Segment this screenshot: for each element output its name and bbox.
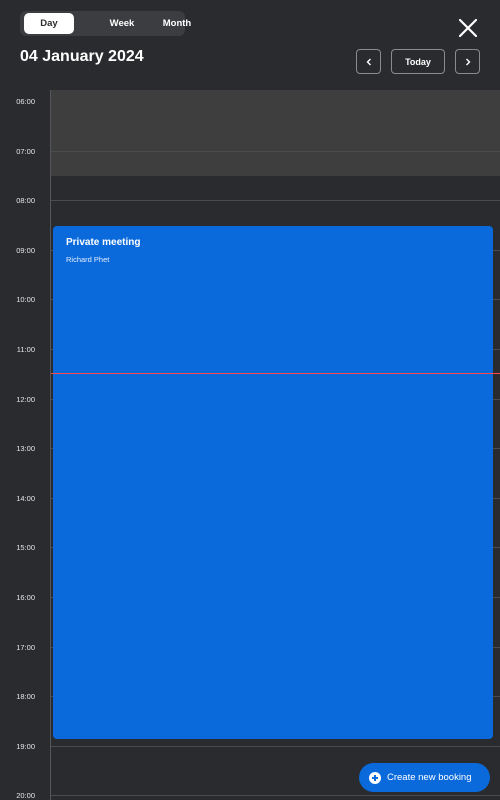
time-label: 17:00 (16, 642, 35, 652)
gutter-divider (50, 90, 51, 800)
tab-week[interactable]: Week (97, 13, 147, 34)
time-label: 14:00 (16, 493, 35, 503)
hour-gridline (51, 795, 500, 797)
create-booking-label: Create new booking (387, 772, 472, 783)
time-label: 11:00 (16, 345, 35, 354)
chevron-right-icon (465, 58, 470, 65)
tab-month[interactable]: Month (152, 13, 202, 34)
time-label: 20:00 (16, 791, 35, 800)
time-label: 06:00 (16, 97, 35, 106)
time-label: 10:00 (16, 295, 35, 305)
time-label: 15:00 (16, 543, 35, 553)
time-label: 16:00 (16, 593, 35, 602)
hour-gridline (51, 150, 500, 152)
time-label: 19:00 (16, 741, 35, 751)
hour-gridline (51, 200, 500, 202)
tab-day[interactable]: Day (24, 13, 74, 34)
page-title: 04 January 2024 (20, 48, 144, 65)
event-title: Private meeting (66, 237, 141, 248)
chevron-left-icon (366, 58, 371, 65)
event-organizer: Richard Phet (66, 255, 110, 264)
current-time-indicator (51, 373, 500, 375)
hour-gridline (51, 745, 500, 747)
prev-day-button[interactable] (356, 49, 381, 74)
today-button[interactable]: Today (391, 49, 445, 74)
close-icon[interactable] (455, 15, 481, 41)
create-booking-button[interactable]: Create new booking (359, 763, 490, 792)
time-label: 08:00 (16, 196, 35, 206)
event-private-meeting[interactable]: Private meeting Richard Phet (53, 226, 493, 739)
time-label: 07:00 (16, 146, 35, 156)
calendar-header: Day Week Month 04 January 2024 Today (0, 0, 500, 90)
time-label: 13:00 (16, 444, 35, 454)
time-label: 09:00 (16, 245, 35, 255)
time-label: 18:00 (16, 692, 35, 702)
view-switcher: Day Week Month (20, 11, 191, 36)
time-label: 12:00 (16, 394, 35, 404)
day-timeline[interactable]: 06:00 07:00 08:00 09:00 10:00 11:00 12:00 13:00… (0, 90, 500, 800)
next-day-button[interactable] (455, 49, 480, 74)
time-gutter: 06:00 07:00 08:00 09:00 10:00 11:00 12:00 13:00… (0, 90, 50, 800)
unavailable-block (51, 90, 500, 177)
plus-circle-icon (369, 771, 381, 784)
